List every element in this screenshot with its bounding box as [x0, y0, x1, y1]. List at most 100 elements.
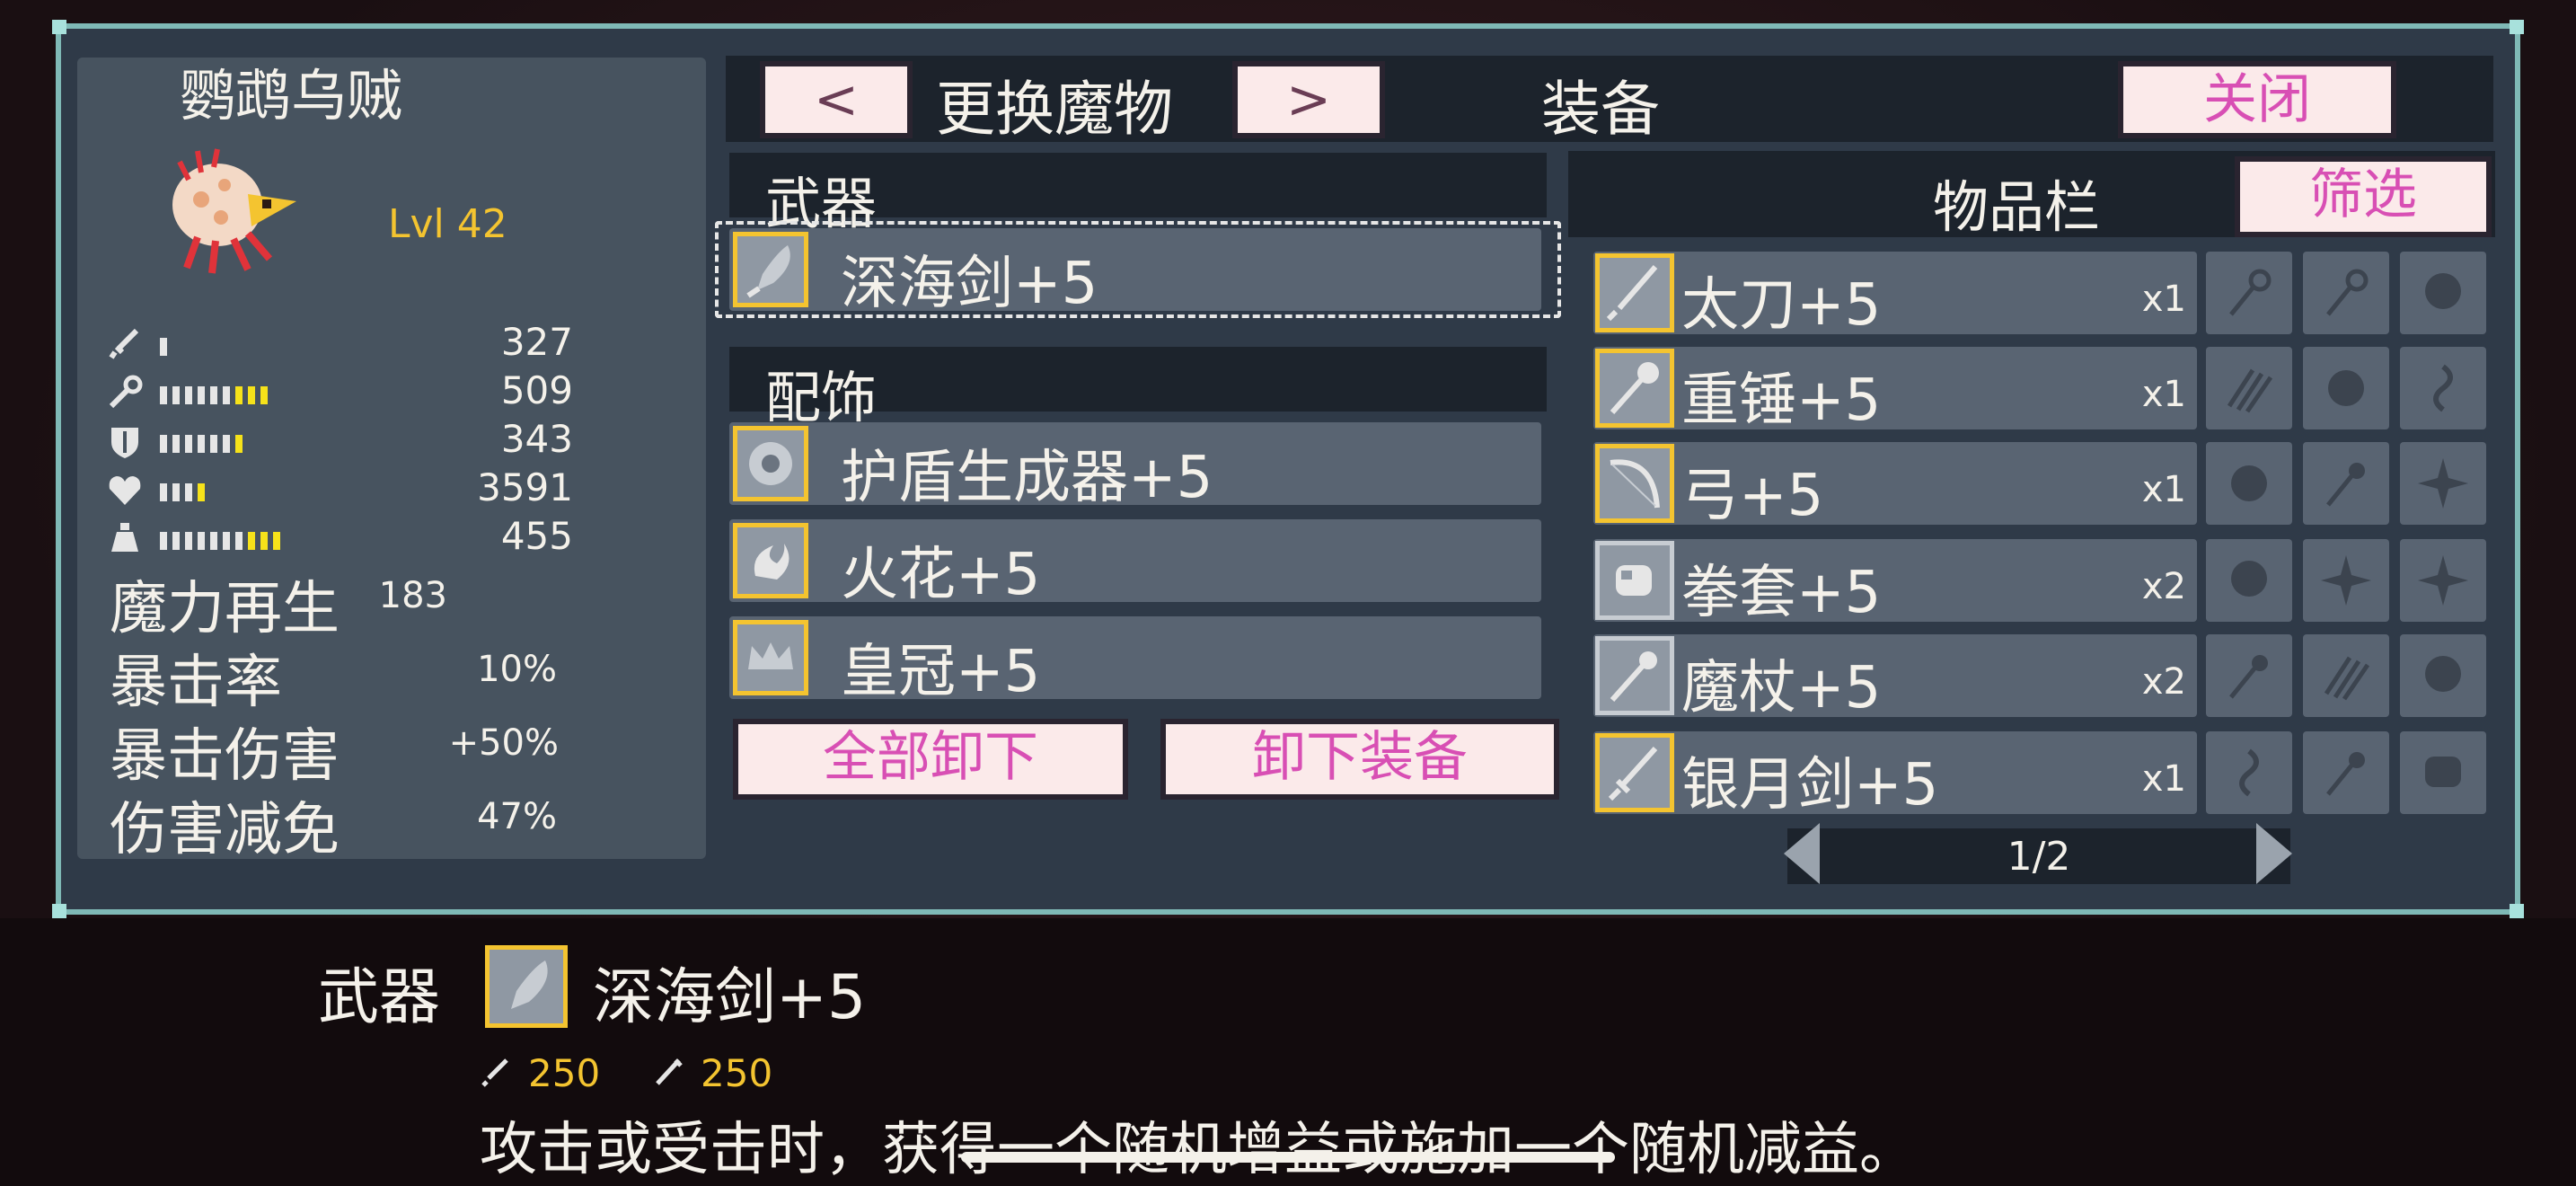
stat-label: 伤害减免 — [110, 797, 340, 863]
accessory-slot[interactable]: 皇冠+5 — [729, 616, 1541, 705]
defense-bar — [160, 435, 243, 453]
magic-value: 509 — [500, 368, 573, 412]
orb-slot-icon[interactable] — [2400, 634, 2486, 717]
health-stat: 3591 — [106, 465, 573, 512]
item-count: x2 — [2141, 661, 2186, 703]
monster-level: Lvl 42 — [388, 201, 507, 247]
inventory-item[interactable]: 重锤+5 x1 — [1593, 347, 2197, 434]
spiral-slot-icon[interactable] — [2206, 731, 2292, 814]
prev-monster-button[interactable]: < — [760, 61, 913, 138]
accessory-name: 皇冠+5 — [841, 639, 1041, 705]
mana-regen-stat: 魔力再生 183 — [106, 562, 573, 642]
accessory-section-label: 配饰 — [765, 365, 878, 430]
wand-slot-icon[interactable] — [2206, 634, 2292, 717]
next-page-arrow-icon[interactable] — [2256, 823, 2292, 884]
wand-slot-icon[interactable] — [2303, 731, 2389, 814]
stat-value: +50% — [448, 722, 559, 764]
item-name: 弓+5 — [1681, 463, 1824, 529]
ring-slot-icon[interactable] — [2303, 252, 2389, 334]
magic-attack-icon — [656, 1058, 683, 1085]
gear-slot-icon[interactable] — [2206, 442, 2292, 525]
inventory-item[interactable]: 魔杖+5 x2 — [1593, 634, 2197, 721]
spiral-slot-icon[interactable] — [2400, 347, 2486, 429]
deep-sea-sword-icon — [485, 945, 568, 1028]
panel-corner — [52, 904, 66, 918]
star-slot-icon[interactable] — [2400, 539, 2486, 622]
claw-slot-icon[interactable] — [2206, 347, 2292, 429]
inventory-item[interactable]: 太刀+5 x1 — [1593, 252, 2197, 339]
details-category: 武器 — [318, 962, 441, 1033]
inventory-item[interactable]: 拳套+5 x2 — [1593, 539, 2197, 626]
shield-gen-slot-icon[interactable] — [2303, 347, 2389, 429]
selection-cursor — [715, 221, 1561, 318]
crit-rate-stat: 暴击率 10% — [106, 636, 573, 716]
accessory-slot[interactable]: 护盾生成器+5 — [729, 422, 1541, 511]
item-count: x2 — [2141, 566, 2186, 607]
ring-slot-icon[interactable] — [2206, 252, 2292, 334]
accessory-name: 护盾生成器+5 — [841, 445, 1213, 511]
details-item-name: 深海剑+5 — [593, 962, 867, 1033]
potion-icon — [111, 523, 138, 552]
defense-stat: 343 — [106, 417, 573, 464]
item-count: x1 — [2141, 469, 2186, 510]
shield-generator-icon — [733, 426, 808, 501]
accessory-slot[interactable]: 火花+5 — [729, 519, 1541, 608]
attack-icon — [481, 1058, 508, 1087]
filter-button[interactable]: 筛选 — [2235, 156, 2492, 237]
orb-slot-icon[interactable] — [2400, 252, 2486, 334]
item-name: 重锤+5 — [1681, 367, 1882, 434]
details-description: 攻击或受击时，获得一个随机增益或施加一个随机减益。 — [480, 1117, 1917, 1183]
health-bar — [160, 483, 205, 501]
stat-value: 47% — [477, 796, 557, 837]
gauntlet-icon — [1595, 541, 1674, 620]
change-monster-label: 更换魔物 — [936, 75, 1173, 144]
stat-label: 魔力再生 — [110, 576, 340, 642]
unequip-all-button[interactable]: 全部卸下 — [733, 719, 1128, 800]
defense-value: 343 — [500, 417, 573, 461]
inventory-item[interactable]: 银月剑+5 x1 — [1593, 731, 2197, 819]
inventory-item[interactable]: 弓+5 x1 — [1593, 442, 2197, 529]
attack-value: 327 — [500, 320, 573, 364]
item-count: x1 — [2141, 279, 2186, 320]
equipment-title: 装备 — [1541, 75, 1660, 144]
sword-icon — [109, 328, 139, 359]
stat-value: 183 — [378, 575, 447, 616]
inventory-title: 物品栏 — [1933, 174, 2101, 240]
crown-icon — [733, 620, 808, 695]
damage-reduction-stat: 伤害减免 47% — [106, 783, 573, 863]
staff-icon — [109, 375, 143, 409]
item-name: 太刀+5 — [1681, 272, 1882, 339]
silver-moon-sword-icon — [1595, 733, 1674, 812]
wand-icon — [1595, 636, 1674, 715]
item-name: 魔杖+5 — [1681, 655, 1882, 721]
panel-corner — [2510, 20, 2524, 34]
details-attack: 250 — [528, 1051, 601, 1095]
gauntlet-slot-icon[interactable] — [2400, 731, 2486, 814]
page-indicator: 1/2 — [2007, 834, 2071, 880]
item-count: x1 — [2141, 758, 2186, 800]
crit-damage-stat: 暴击伤害 +50% — [106, 710, 573, 790]
item-count: x1 — [2141, 374, 2186, 415]
attack-stat: 327 — [106, 320, 573, 367]
prev-page-arrow-icon[interactable] — [1784, 823, 1820, 884]
item-name: 银月剑+5 — [1681, 752, 1939, 819]
mana-stat: 455 — [106, 514, 573, 561]
claw-slot-icon[interactable] — [2303, 634, 2389, 717]
inventory-pager: 1/2 — [1787, 828, 2290, 884]
mana-bar — [160, 532, 280, 550]
panel-corner — [52, 20, 66, 34]
home-indicator — [961, 1152, 1615, 1163]
star-slot-icon[interactable] — [2400, 442, 2486, 525]
wand-slot-icon[interactable] — [2303, 442, 2389, 525]
star-slot-icon[interactable] — [2303, 539, 2389, 622]
item-name: 拳套+5 — [1681, 560, 1882, 626]
unequip-button[interactable]: 卸下装备 — [1160, 719, 1559, 800]
close-button[interactable]: 关闭 — [2118, 61, 2396, 138]
spark-icon — [733, 523, 808, 598]
next-monster-button[interactable]: > — [1232, 61, 1385, 138]
bow-icon — [1595, 444, 1674, 523]
mana-value: 455 — [500, 514, 573, 558]
orb-slot-icon[interactable] — [2206, 539, 2292, 622]
panel-corner — [2510, 904, 2524, 918]
magic-stat: 509 — [106, 368, 573, 415]
